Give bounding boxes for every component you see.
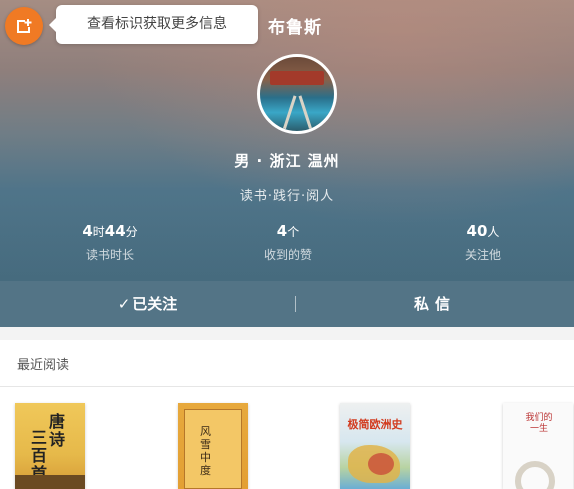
avatar-rail [298, 95, 313, 131]
book-cover[interactable]: 唐诗 三百首 [15, 403, 85, 489]
book-cover[interactable]: 风雪中度 [178, 403, 248, 489]
stat-reading-time: 4时44分 读书时长 [50, 222, 170, 263]
stat-followers[interactable]: 40人 关注他 [423, 222, 543, 263]
book-cover[interactable]: 极简欧洲史 [340, 403, 410, 489]
profile-tagline: 读书·践行·阅人 [239, 189, 335, 204]
info-tooltip: 查看标识获取更多信息 [49, 5, 258, 44]
action-bar: ✓ 已关注 私信 [0, 281, 574, 327]
stat-value: 40人 [423, 222, 543, 240]
add-tag-icon [17, 19, 32, 33]
stat-unit: 时 [92, 225, 105, 239]
avatar[interactable] [257, 54, 337, 134]
section-divider [0, 386, 574, 387]
check-icon: ✓ [117, 295, 131, 313]
username: 布鲁斯 [268, 18, 322, 38]
book-cover-text: 我们的一生 [525, 413, 553, 434]
stat-value: 4个 [228, 222, 348, 240]
section-title: 最近阅读 [17, 358, 70, 373]
book-cover[interactable]: 我们的一生 [503, 403, 573, 489]
stat-number: 40 [466, 222, 488, 240]
book-cover-art [515, 461, 555, 489]
book-cover-text: 风雪中度 [200, 425, 211, 477]
book-cover-text: 极简欧洲史 [347, 418, 403, 431]
add-tag-button[interactable] [5, 7, 43, 45]
avatar-rail [282, 95, 297, 131]
book-cover-map [368, 453, 394, 475]
followed-button[interactable]: ✓ 已关注 [0, 281, 295, 327]
stat-number: 4 [276, 222, 288, 240]
stat-number: 44 [104, 222, 126, 240]
recent-reading-section: 最近阅读 唐诗 三百首 风雪中度 极简欧洲史 我们的一生 [0, 340, 574, 489]
stat-label: 收到的赞 [263, 248, 312, 262]
follow-label: 已关注 [132, 295, 178, 313]
private-message-button[interactable]: 私信 [296, 281, 574, 327]
avatar-train-shape [270, 71, 324, 85]
stat-unit: 人 [487, 225, 500, 239]
stat-unit: 分 [125, 225, 138, 239]
stat-number: 4 [82, 222, 93, 240]
stat-unit: 个 [287, 225, 300, 239]
gender-location: 男 · 浙江 温州 [234, 152, 340, 170]
stat-likes: 4个 收到的赞 [228, 222, 348, 263]
stat-label: 关注他 [464, 248, 501, 262]
book-cover-art [15, 475, 85, 489]
stat-label: 读书时长 [85, 248, 134, 262]
tooltip-text: 查看标识获取更多信息 [87, 16, 227, 32]
stat-value: 4时44分 [50, 222, 170, 240]
book-cover-text: 唐诗 [49, 412, 66, 449]
